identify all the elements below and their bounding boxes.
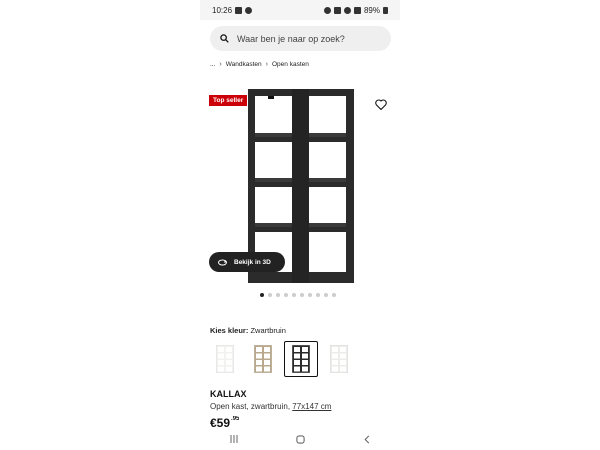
home-icon[interactable] xyxy=(296,434,306,444)
carousel-dot[interactable] xyxy=(268,293,272,297)
mute-icon xyxy=(333,6,341,14)
search-placeholder: Waar ben je naar op zoek? xyxy=(237,33,345,44)
swatch-thumbnail xyxy=(254,345,272,373)
view-in-3d-label: Bekijk in 3D xyxy=(234,258,271,266)
chevron-right-icon: › xyxy=(219,61,222,68)
product-description: Open kast, zwartbruin, 77x147 cm xyxy=(210,402,331,411)
status-bar: 10:26 89% xyxy=(200,0,400,20)
carousel-dot[interactable] xyxy=(324,293,328,297)
swatch-thumbnail xyxy=(330,345,348,373)
swatch-thumbnail xyxy=(292,345,310,373)
alarm-icon xyxy=(323,6,331,14)
breadcrumb-wandkasten[interactable]: Wandkasten xyxy=(226,61,262,68)
color-label-title: Kies kleur: xyxy=(210,326,249,335)
search-icon xyxy=(220,34,229,43)
color-swatch[interactable] xyxy=(208,341,242,377)
status-time: 10:26 xyxy=(212,5,233,15)
color-swatch[interactable] xyxy=(284,341,318,377)
carousel-dot[interactable] xyxy=(308,293,312,297)
color-label: Kies kleur: Zwartbruin xyxy=(210,326,286,335)
price-main: €59 xyxy=(210,416,231,427)
color-value: Zwartbruin xyxy=(250,326,286,335)
carousel-dot[interactable] xyxy=(316,293,320,297)
wifi-icon xyxy=(343,6,351,14)
rotate-3d-icon xyxy=(218,259,227,265)
breadcrumb: ... › Wandkasten › Open kasten xyxy=(210,61,309,68)
carousel-dot[interactable] xyxy=(276,293,280,297)
signal-icon xyxy=(353,6,361,14)
view-in-3d-button[interactable]: Bekijk in 3D xyxy=(209,252,285,272)
breadcrumb-ellipsis[interactable]: ... xyxy=(210,61,215,68)
chevron-right-icon: › xyxy=(265,61,268,68)
carousel-dot[interactable] xyxy=(300,293,304,297)
carousel-dots xyxy=(260,293,336,297)
favorite-heart-icon[interactable] xyxy=(375,99,387,110)
carousel-dot[interactable] xyxy=(284,293,288,297)
app-icon xyxy=(245,6,253,14)
product-name: KALLAX xyxy=(210,389,247,399)
product-price: €59.95 xyxy=(210,416,239,427)
notification-icon xyxy=(235,6,243,14)
dimensions-link[interactable]: 77x147 cm xyxy=(292,402,331,411)
back-icon[interactable] xyxy=(363,435,371,444)
top-seller-badge: Top seller xyxy=(209,95,248,106)
color-swatch[interactable] xyxy=(322,341,356,377)
description-text: Open kast, zwartbruin, xyxy=(210,402,291,411)
color-swatches xyxy=(208,341,356,377)
carousel-dot[interactable] xyxy=(260,293,264,297)
system-nav-bar xyxy=(200,428,400,450)
battery-percent: 89% xyxy=(363,5,380,15)
search-input[interactable]: Waar ben je naar op zoek? xyxy=(210,26,391,51)
recent-apps-icon[interactable] xyxy=(229,435,239,443)
carousel-dot[interactable] xyxy=(332,293,336,297)
carousel-dot[interactable] xyxy=(292,293,296,297)
breadcrumb-open-kasten[interactable]: Open kasten xyxy=(272,61,309,68)
phone-screen: 10:26 89% Waar ben je naar op zoek? ... … xyxy=(200,0,400,450)
price-decimals: .95 xyxy=(231,416,240,422)
swatch-thumbnail xyxy=(216,345,234,373)
product-image-carousel[interactable]: Top seller Bekijk in 3D xyxy=(200,82,400,292)
color-swatch[interactable] xyxy=(246,341,280,377)
battery-icon xyxy=(383,6,388,14)
